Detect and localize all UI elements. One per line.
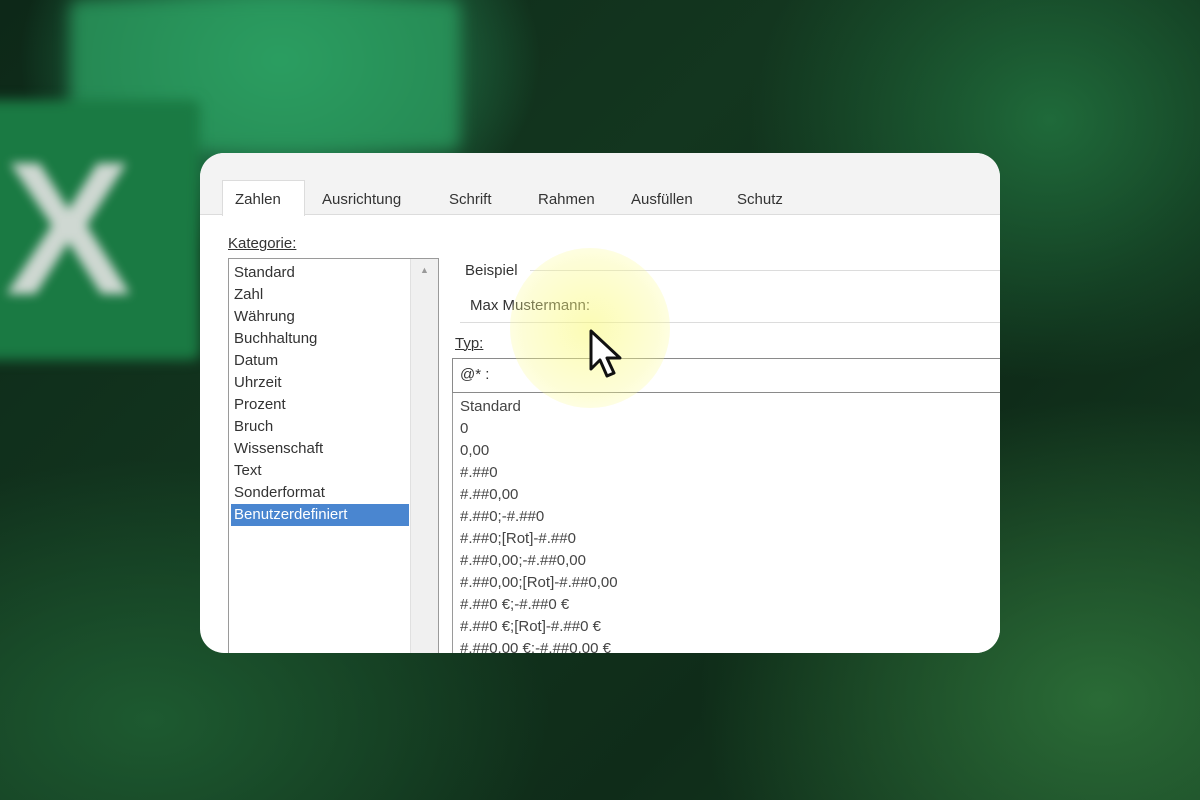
format-list[interactable]: Standard 0 0,00 #.##0 #.##0,00 #.##0;-#.… [452, 393, 1000, 653]
tab-ausrichtung[interactable]: Ausrichtung [322, 191, 401, 208]
category-item[interactable]: Prozent [231, 394, 409, 416]
format-item[interactable]: Standard [460, 398, 521, 415]
format-item[interactable]: 0 [460, 420, 468, 437]
format-item[interactable]: #.##0,00 [460, 486, 518, 503]
category-scrollbar[interactable]: ▲ [410, 259, 438, 653]
excel-logo-x: X [5, 123, 132, 335]
format-item[interactable]: #.##0;-#.##0 [460, 508, 544, 525]
format-item[interactable]: 0,00 [460, 442, 489, 459]
kategorie-label: Kategorie: [228, 235, 297, 252]
tab-schutz[interactable]: Schutz [737, 191, 783, 208]
category-item[interactable]: Währung [231, 306, 409, 328]
beispiel-label: Beispiel [465, 262, 518, 279]
scroll-up-arrow-icon[interactable]: ▲ [420, 265, 429, 275]
format-cells-dialog: Zahlen Ausrichtung Schrift Rahmen Ausfül… [200, 153, 1000, 653]
tab-bar: Zahlen Ausrichtung Schrift Rahmen Ausfül… [200, 153, 1000, 216]
category-item[interactable]: Text [231, 460, 409, 482]
cursor-highlight [510, 248, 670, 408]
tab-ausfuellen[interactable]: Ausfüllen [631, 191, 693, 208]
category-item[interactable]: Buchhaltung [231, 328, 409, 350]
category-item[interactable]: Wissenschaft [231, 438, 409, 460]
mouse-cursor-icon [589, 329, 622, 378]
category-item[interactable]: Bruch [231, 416, 409, 438]
category-item[interactable]: Datum [231, 350, 409, 372]
format-item[interactable]: #.##0 €;-#.##0 € [460, 596, 569, 613]
typ-label: Typ: [455, 335, 484, 352]
category-item[interactable]: Zahl [231, 284, 409, 306]
format-item[interactable]: #.##0 €;[Rot]-#.##0 € [460, 618, 601, 635]
format-item[interactable]: #.##0,00 €;-#.##0,00 € [460, 640, 611, 653]
format-item[interactable]: #.##0;[Rot]-#.##0 [460, 530, 576, 547]
tab-schrift[interactable]: Schrift [449, 191, 492, 208]
category-list[interactable]: Standard Zahl Währung Buchhaltung Datum … [228, 258, 439, 653]
format-item[interactable]: #.##0 [460, 464, 498, 481]
tab-zahlen[interactable]: Zahlen [222, 180, 305, 216]
category-item[interactable]: Uhrzeit [231, 372, 409, 394]
tab-rahmen[interactable]: Rahmen [538, 191, 595, 208]
format-item[interactable]: #.##0,00;-#.##0,00 [460, 552, 586, 569]
category-item-selected[interactable]: Benutzerdefiniert [231, 504, 409, 526]
format-item[interactable]: #.##0,00;[Rot]-#.##0,00 [460, 574, 618, 591]
category-item[interactable]: Sonderformat [231, 482, 409, 504]
category-item[interactable]: Standard [231, 262, 409, 284]
